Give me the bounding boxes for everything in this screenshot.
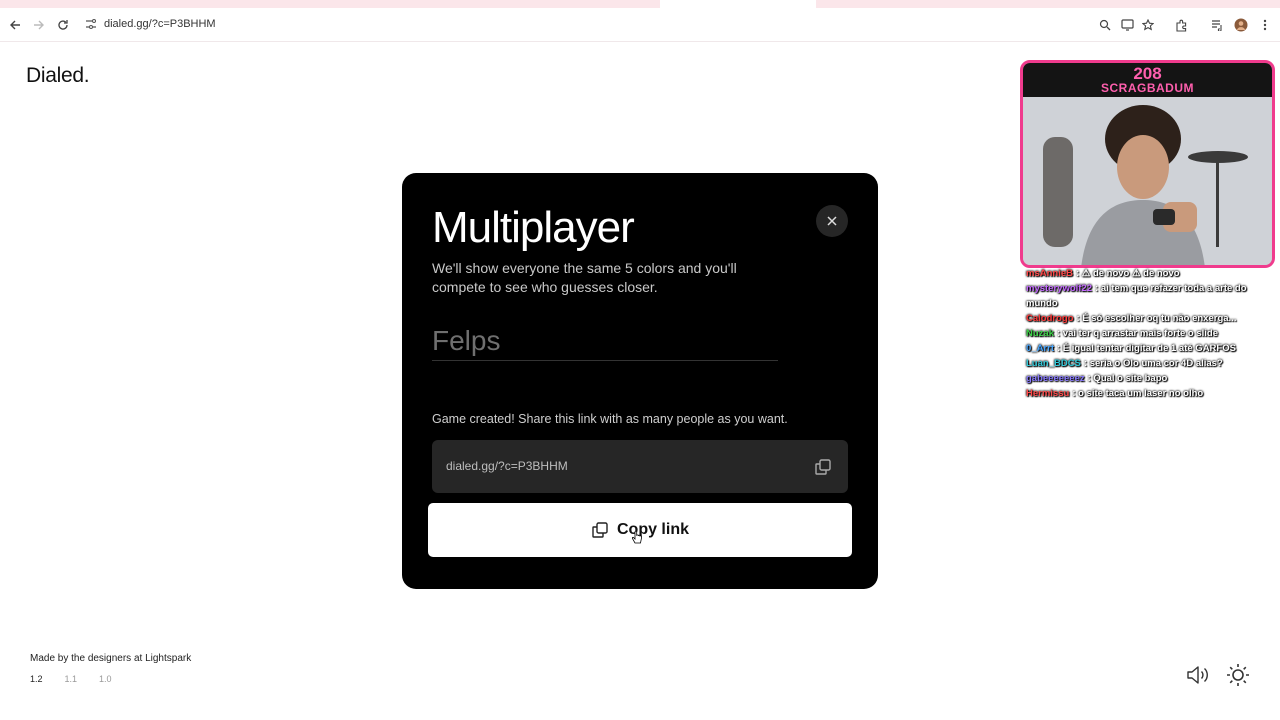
media-controls-icon[interactable] — [1208, 16, 1226, 34]
chat-text: : Qual o site bapo — [1087, 373, 1168, 384]
copy-icon[interactable] — [814, 458, 832, 476]
forward-icon[interactable] — [30, 16, 48, 34]
bookmark-star-icon[interactable] — [1139, 16, 1157, 34]
copy-link-button[interactable]: Copy link — [428, 503, 852, 557]
chat-username: Calodrogo — [1026, 313, 1074, 324]
back-icon[interactable] — [6, 16, 24, 34]
version-link[interactable]: 1.0 — [99, 674, 112, 684]
footer-credit[interactable]: Made by the designers at Lightspark — [30, 653, 191, 664]
chat-message: Nuzak: vai ter q arrastar mais forte o s… — [1026, 326, 1274, 341]
chat-username: msAnnieB — [1026, 268, 1073, 279]
chat-text: : seria o Olo uma cor 4D alias? — [1083, 358, 1223, 369]
modal-description: We'll show everyone the same 5 colors an… — [432, 260, 737, 295]
address-bar[interactable]: dialed.gg/?c=P3BHHM — [104, 18, 216, 30]
tab-strip — [0, 0, 1280, 8]
chat-message: Hermissu: o site taca um laser no olho — [1026, 386, 1274, 401]
close-button[interactable] — [816, 205, 848, 237]
stream-counter: 208 — [1133, 64, 1162, 83]
hand-cursor-icon — [632, 531, 642, 544]
chat-text: : vai ter q arrastar mais forte o slide — [1056, 328, 1219, 339]
modal-title: Multiplayer — [432, 203, 635, 252]
streamer-name: SCRAGBADUM — [1101, 81, 1194, 95]
version-link[interactable]: 1.1 — [65, 674, 78, 684]
version-selector: 1.2 1.1 1.0 — [30, 674, 112, 684]
chat-username: gabeeeeeeez — [1026, 373, 1085, 384]
extensions-icon[interactable] — [1172, 16, 1190, 34]
chat-message: Luan_BDCS: seria o Olo uma cor 4D alias? — [1026, 356, 1274, 371]
chat-text: : ⚠ de novo ⚠ de novo — [1075, 268, 1180, 279]
browser-menu-icon[interactable] — [1256, 16, 1274, 34]
browser-toolbar: dialed.gg/?c=P3BHHM — [0, 8, 1280, 42]
copy-link-label: Copy link — [616, 521, 689, 538]
chat-text: : o site taca um laser no olho — [1072, 388, 1204, 399]
share-link-text: dialed.gg/?c=P3BHHM — [446, 459, 568, 473]
site-settings-icon[interactable] — [84, 17, 98, 31]
game-created-message: Game created! Share this link with as ma… — [432, 412, 788, 426]
stream-webcam-overlay: 208 SCRAGBADUM — [1020, 60, 1275, 268]
chat-username: 0_Arrt — [1026, 343, 1054, 354]
chat-text: : É igual tentar digitar de 1 até GARFOS — [1057, 343, 1236, 354]
zoom-icon[interactable] — [1096, 16, 1114, 34]
brand-logo[interactable]: Dialed. — [26, 64, 90, 88]
profile-avatar-icon[interactable] — [1232, 16, 1250, 34]
stream-banner: 208 SCRAGBADUM — [1023, 63, 1272, 97]
chat-message: 0_Arrt: É igual tentar digitar de 1 até … — [1026, 341, 1274, 356]
sound-icon[interactable] — [1186, 664, 1210, 686]
close-icon — [827, 216, 837, 226]
version-link[interactable]: 1.2 — [30, 674, 43, 684]
player-name-input[interactable] — [432, 321, 778, 361]
copy-icon — [592, 522, 608, 538]
reload-icon[interactable] — [54, 16, 72, 34]
chat-message: mysterywolf22: ai tem que refazer toda a… — [1026, 281, 1274, 311]
chat-message: Calodrogo: É só escolher oq tu não enxer… — [1026, 311, 1274, 326]
active-tab[interactable] — [660, 0, 816, 8]
chat-username: Luan_BDCS — [1026, 358, 1081, 369]
chat-text: : É só escolher oq tu não enxerga... — [1076, 313, 1237, 324]
cast-icon[interactable] — [1118, 16, 1136, 34]
share-link-field[interactable]: dialed.gg/?c=P3BHHM — [432, 440, 848, 493]
stream-chat: msAnnieB: ⚠ de novo ⚠ de novo mysterywol… — [1026, 266, 1274, 401]
webcam-video — [1023, 97, 1272, 265]
multiplayer-modal: Multiplayer We'll show everyone the same… — [402, 173, 878, 589]
theme-toggle-sun-icon[interactable] — [1226, 663, 1250, 687]
chat-username: Hermissu — [1026, 388, 1070, 399]
chat-message: msAnnieB: ⚠ de novo ⚠ de novo — [1026, 266, 1274, 281]
chat-message: gabeeeeeeez: Qual o site bapo — [1026, 371, 1274, 386]
chat-username: mysterywolf22 — [1026, 283, 1093, 294]
chat-username: Nuzak — [1026, 328, 1054, 339]
